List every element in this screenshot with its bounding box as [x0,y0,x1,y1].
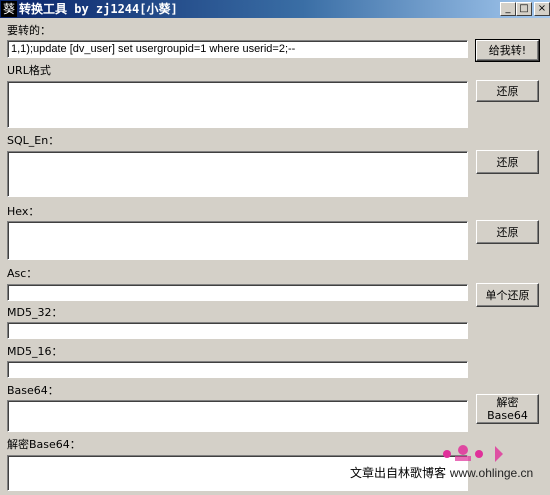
input-field[interactable]: 1,1);update [dv_user] set usergroupid=1 … [7,40,468,58]
decrypt-button-line2: Base64 [487,409,528,422]
sql-en-output[interactable] [7,151,468,197]
window-title: 转换工具 by zj1244[小葵] [19,2,178,16]
url-output[interactable] [7,81,468,128]
minimize-button[interactable]: _ [500,2,516,16]
title-bar[interactable]: 葵 转换工具 by zj1244[小葵] _ □ × [0,0,550,18]
md5-16-label: MD5_16： [7,345,63,358]
decrypt-button-line1: 解密 [496,396,519,409]
maximize-button[interactable]: □ [516,2,532,16]
base64-label: Base64： [7,384,59,397]
watermark-text: 文章出自林歌博客 [350,466,447,480]
converter-window: 葵 转换工具 by zj1244[小葵] _ □ × 要转的： 1,1);upd… [0,0,550,495]
restore-single-button[interactable]: 单个还原 [476,283,539,307]
decode-base64-label: 解密Base64： [7,438,81,451]
hex-output[interactable] [7,221,468,260]
watermark-site: www.ohlinge.cn [449,466,534,480]
app-icon: 葵 [1,1,17,17]
restore-sql-button[interactable]: 还原 [476,150,539,174]
restore-url-button[interactable]: 还原 [476,80,539,102]
md5-32-output[interactable] [7,322,468,339]
asc-output[interactable] [7,284,468,301]
hex-label: Hex： [7,205,40,218]
md5-32-label: MD5_32： [7,306,63,319]
url-label: URL格式 [7,64,51,77]
decrypt-base64-button[interactable]: 解密 Base64 [476,394,539,424]
convert-button[interactable]: 给我转! [475,39,540,62]
asc-label: Asc： [7,267,38,280]
input-label: 要转的： [7,24,51,37]
sql-en-label: SQL_En： [7,134,60,147]
restore-hex-button[interactable]: 还原 [476,220,539,244]
close-button[interactable]: × [534,2,550,16]
watermark: 文章出自林歌博客 www.ohlinge.cn [350,464,533,481]
base64-output[interactable] [7,400,468,432]
md5-16-output[interactable] [7,361,468,378]
